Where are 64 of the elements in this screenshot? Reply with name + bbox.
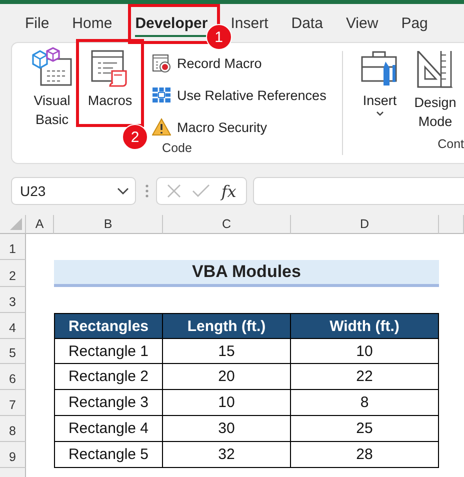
row-header[interactable]: 8 [0, 416, 26, 442]
record-icon [152, 54, 171, 72]
row-header[interactable]: 2 [0, 260, 26, 287]
ribbon-tab[interactable]: View [346, 8, 378, 38]
toolbox-icon [360, 51, 400, 87]
ribbon-command[interactable]: Use Relative References [152, 81, 326, 109]
table-cell: 28 [291, 442, 439, 468]
row-header[interactable]: 7 [0, 390, 26, 416]
chevron-down-icon[interactable] [117, 187, 129, 195]
cubes-icon [31, 47, 73, 87]
ribbon-tab[interactable]: Home [72, 8, 112, 38]
table-header-cell: Length (ft.) [163, 313, 291, 339]
column-header[interactable]: D [291, 215, 439, 234]
row-header[interactable]: 4 [0, 313, 26, 339]
table-cell: 30 [163, 416, 291, 442]
table-cell: 10 [291, 339, 439, 364]
row-header[interactable]: 3 [0, 287, 26, 313]
name-box[interactable]: U23 [11, 177, 136, 205]
table-cell: 15 [163, 339, 291, 364]
table-cell: 32 [163, 442, 291, 468]
cancel-icon[interactable] [166, 184, 181, 198]
row-header[interactable]: 6 [0, 364, 26, 390]
table-cell: Rectangle 5 [54, 442, 163, 468]
sheet-title: VBA Modules [54, 260, 439, 287]
step-badge: 1 [206, 24, 232, 50]
formula-input[interactable] [253, 177, 464, 205]
table-cell: Rectangle 3 [54, 390, 163, 416]
ribbon-tab[interactable]: Insert [230, 8, 268, 38]
group-label: Cont [438, 137, 464, 151]
ribbon-tab[interactable]: Pag [401, 8, 428, 38]
column-header[interactable] [439, 215, 464, 234]
row-header[interactable]: 5 [0, 339, 26, 364]
table-cell: 20 [163, 364, 291, 390]
ribbon-command[interactable]: Record Macro [152, 49, 326, 77]
table-header-cell: Width (ft.) [291, 313, 439, 339]
table-grid-icon [152, 87, 171, 103]
check-icon[interactable] [192, 184, 210, 198]
table-cell: Rectangle 1 [54, 339, 163, 364]
column-header[interactable]: C [163, 215, 291, 234]
ribbon-command[interactable]: Macro Security [152, 113, 326, 141]
table-header-cell: Rectangles [54, 313, 163, 339]
table-cell: 10 [163, 390, 291, 416]
row-header[interactable]: 9 [0, 442, 26, 468]
table-cell: Rectangle 4 [54, 416, 163, 442]
table-cell: 25 [291, 416, 439, 442]
row-header[interactable] [0, 468, 26, 477]
ribbon-tab[interactable]: Data [291, 8, 323, 38]
table-cell: Rectangle 2 [54, 364, 163, 390]
column-header[interactable]: B [54, 215, 163, 234]
select-all-corner[interactable] [0, 215, 26, 234]
insert-function-button[interactable]: fx [221, 182, 236, 200]
column-header[interactable]: A [26, 215, 54, 234]
ribbon-button[interactable]: Insert [353, 51, 407, 123]
ribbon-tab[interactable]: File [25, 8, 50, 38]
warning-icon [152, 118, 171, 136]
row-header[interactable]: 1 [0, 234, 26, 260]
table-cell: 8 [291, 390, 439, 416]
group-label: Code [162, 141, 192, 155]
ribbon-tab[interactable]: Developer [135, 8, 208, 38]
ribbon-button[interactable]: Visual Basic [24, 43, 80, 123]
corner-triangle-icon[interactable] [10, 218, 22, 230]
table-cell: 22 [291, 364, 439, 390]
ribbon-button[interactable]: Macros [80, 43, 140, 123]
grip-icon [145, 184, 149, 198]
